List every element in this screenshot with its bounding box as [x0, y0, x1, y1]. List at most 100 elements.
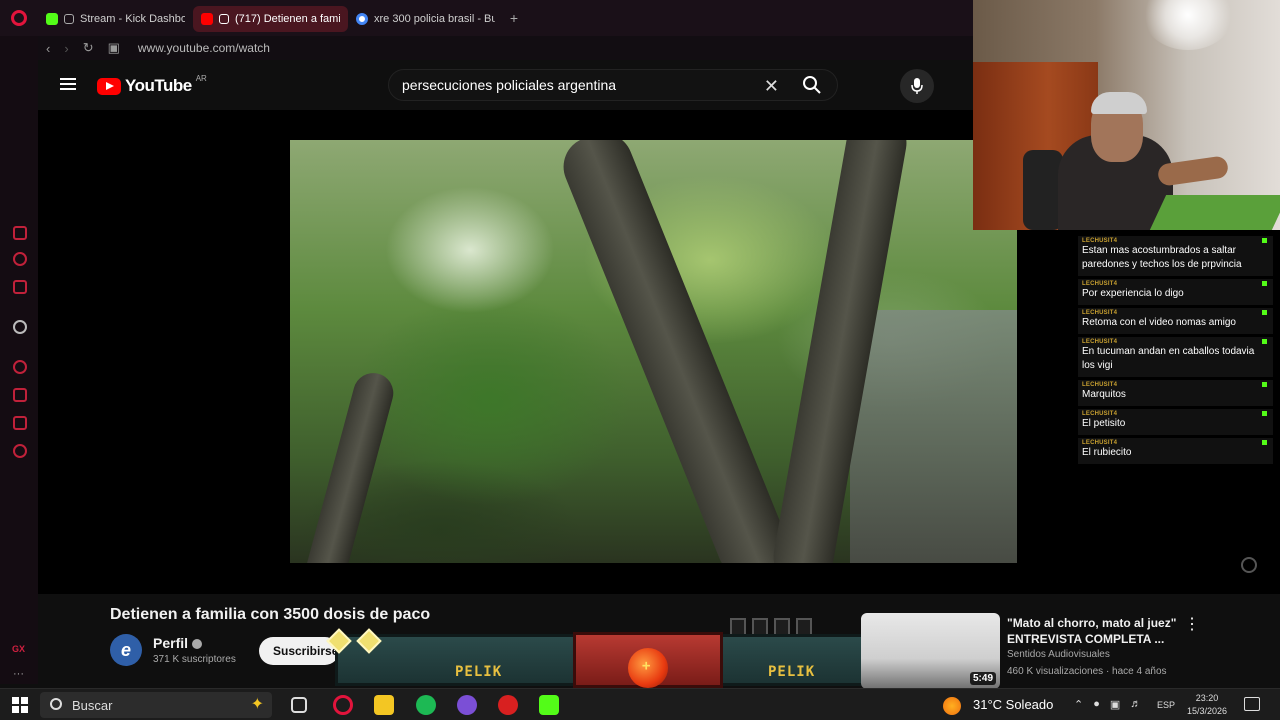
- clock-time: 23:20: [1195, 693, 1219, 703]
- chat-text: Retoma con el video nomas amigo: [1082, 317, 1236, 328]
- kick-badge-icon: [1262, 411, 1267, 416]
- download-icon[interactable]: [13, 388, 27, 402]
- recommended-video-meta: 460 K visualizaciones · hace 4 años: [1007, 666, 1167, 677]
- muted-speaker-icon[interactable]: [64, 14, 74, 24]
- gx-control-label[interactable]: GX: [12, 644, 25, 654]
- lock-icon: ▣: [107, 40, 120, 55]
- more-icon[interactable]: ···: [13, 668, 24, 680]
- kick-icon: [46, 13, 58, 25]
- extensions-icon[interactable]: [13, 416, 27, 430]
- tab-kick-dashboard[interactable]: Stream - Kick Dashboard: [38, 6, 193, 32]
- search-icon: [50, 698, 62, 710]
- chat-text: Estan mas acostumbrados a saltar paredon…: [1082, 245, 1242, 270]
- kick-badge-icon: [1262, 238, 1267, 243]
- volume-icon[interactable]: ♬: [1130, 698, 1141, 711]
- network-icon[interactable]: ▣: [1110, 698, 1120, 711]
- youtube-icon: [201, 13, 213, 25]
- channel-avatar[interactable]: e: [110, 634, 142, 666]
- country-code: AR: [195, 73, 207, 83]
- chevron-up-icon[interactable]: ⌃: [1074, 698, 1083, 711]
- youtube-logo[interactable]: YouTube AR: [97, 73, 207, 96]
- video-wall: [850, 310, 1017, 563]
- robot-icon[interactable]: [13, 280, 27, 294]
- obs-kick-icon[interactable]: [539, 695, 559, 715]
- youtube-play-icon: [97, 77, 121, 95]
- gamepad-icon[interactable]: [13, 226, 27, 240]
- app-icon[interactable]: [498, 695, 518, 715]
- recommended-video-title[interactable]: "Mato al chorro, mato al juez" ENTREVIST…: [1007, 615, 1182, 647]
- video-duration: 5:49: [969, 672, 996, 685]
- kick-badge-icon: [1262, 310, 1267, 315]
- system-tray: ⌃ ● ▣ ♬: [1074, 698, 1141, 711]
- microphone-tray-icon[interactable]: ●: [1093, 698, 1100, 711]
- url-field[interactable]: www.youtube.com/watch: [138, 41, 270, 55]
- video-frame[interactable]: [290, 140, 1017, 563]
- refresh-icon[interactable]: [13, 252, 27, 266]
- chat-message: LECHUSIT4 El petisito: [1078, 409, 1273, 435]
- more-options-icon[interactable]: ⋮: [1184, 614, 1200, 634]
- clear-icon[interactable]: ✕: [764, 76, 779, 97]
- overlay-left-label: PELIK: [455, 664, 503, 680]
- search-input[interactable]: persecuciones policiales argentina ✕: [388, 69, 838, 101]
- messenger-icon[interactable]: [457, 695, 477, 715]
- search-button[interactable]: [787, 69, 837, 101]
- opera-logo-icon[interactable]: [0, 0, 38, 36]
- tab-label: xre 300 policia brasil - Buscar: [374, 13, 495, 25]
- weather-sun-icon[interactable]: [943, 697, 961, 715]
- file-explorer-icon[interactable]: [374, 695, 394, 715]
- chat-message: LECHUSIT4 Marquitos: [1078, 380, 1273, 406]
- windows-start-icon[interactable]: [12, 697, 28, 713]
- webcam-overlay: [973, 0, 1280, 230]
- tab-label: Stream - Kick Dashboard: [80, 13, 185, 25]
- search-icon: [803, 76, 821, 94]
- opera-gx-taskbar-icon[interactable]: [333, 695, 353, 715]
- youtube-header: YouTube AR persecuciones policiales arge…: [38, 60, 973, 110]
- chat-text: El rubiecito: [1082, 447, 1132, 458]
- address-bar: ‹ › ↻ ▣ www.youtube.com/watch: [38, 36, 973, 60]
- new-tab-button[interactable]: +: [503, 7, 525, 29]
- taskbar-search-placeholder: Buscar: [72, 697, 113, 713]
- taskbar-search-input[interactable]: Buscar ✦: [40, 692, 272, 718]
- weather-text[interactable]: 31°C Soleado: [973, 697, 1053, 712]
- channel-watermark-icon[interactable]: [1241, 557, 1257, 573]
- chat-text: Por experiencia lo digo: [1082, 288, 1184, 299]
- clock[interactable]: 23:20 15/3/2026: [1184, 692, 1230, 718]
- streamer-headset: [1091, 92, 1147, 114]
- ceiling-light: [1143, 0, 1233, 50]
- microphone-icon: [911, 78, 923, 94]
- back-icon[interactable]: ‹: [46, 41, 50, 56]
- menu-icon[interactable]: [60, 78, 76, 90]
- screen: Stream - Kick Dashboard (717) Detienen a…: [0, 0, 1280, 720]
- recommended-channel-name[interactable]: Sentidos Audiovisuales: [1007, 649, 1110, 660]
- chat-text: El petisito: [1082, 418, 1126, 429]
- language-indicator[interactable]: ESP: [1157, 700, 1175, 710]
- spotify-icon[interactable]: [416, 695, 436, 715]
- tab-label: (717) Detienen a familia: [235, 13, 340, 25]
- settings-icon[interactable]: [13, 444, 27, 458]
- kick-badge-icon: [1262, 382, 1267, 387]
- subscriber-count: 371 K suscriptores: [153, 654, 236, 665]
- history-icon[interactable]: [13, 360, 27, 374]
- youtube-logo-text: YouTube: [125, 76, 192, 95]
- task-view-icon[interactable]: [291, 697, 307, 713]
- voice-search-button[interactable]: [900, 69, 934, 103]
- notification-icon[interactable]: [1244, 697, 1260, 711]
- speaker-icon[interactable]: [219, 14, 229, 24]
- channel-name[interactable]: Perfil: [153, 635, 203, 651]
- channel-name-text: Perfil: [153, 635, 189, 651]
- clock-date: 15/3/2026: [1186, 706, 1228, 716]
- forward-icon[interactable]: ›: [64, 41, 68, 56]
- tab-google-search[interactable]: xre 300 policia brasil - Buscar: [348, 6, 503, 32]
- tab-youtube-video[interactable]: (717) Detienen a familia: [193, 6, 348, 32]
- chat-message: LECHUSIT4 El rubiecito: [1078, 438, 1273, 464]
- copilot-sparkle-icon[interactable]: ✦: [251, 694, 264, 714]
- chat-message: LECHUSIT4 Retoma con el video nomas amig…: [1078, 308, 1273, 334]
- video-tree-trunk: [302, 368, 398, 563]
- desk: [1149, 195, 1280, 230]
- kick-badge-icon: [1262, 440, 1267, 445]
- search-query: persecuciones policiales argentina: [402, 77, 617, 93]
- recommended-video-thumbnail[interactable]: 5:49: [861, 613, 1000, 689]
- chatgpt-icon[interactable]: [13, 320, 27, 334]
- reload-icon[interactable]: ↻: [83, 40, 94, 56]
- stream-chat: LECHUSIT4 Estan mas acostumbrados a salt…: [1078, 236, 1273, 467]
